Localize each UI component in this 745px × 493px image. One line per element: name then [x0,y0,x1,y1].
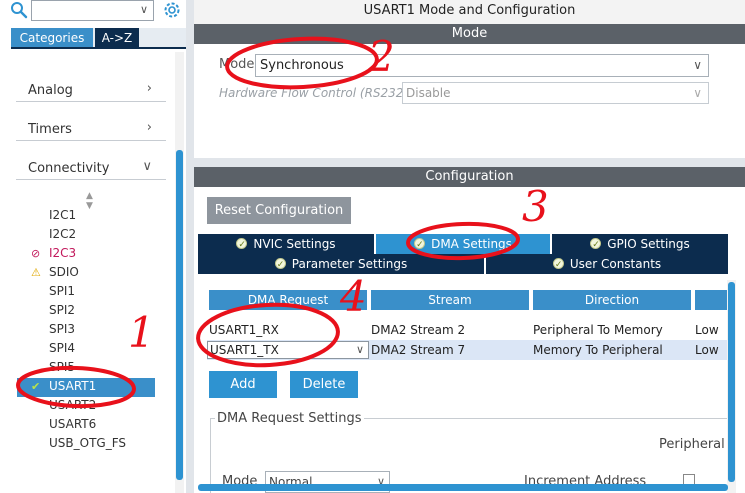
tab-a-to-z[interactable]: A->Z [95,28,139,48]
panel-divider[interactable] [186,0,194,493]
tab-label: NVIC Settings [253,237,336,251]
configuration-section-header[interactable]: Configuration [194,167,745,187]
cell-priority[interactable]: Low [693,340,727,360]
search-icon[interactable] [10,1,28,19]
list-item-label: SPI1 [49,284,76,298]
tab-gpio-settings[interactable]: GPIO Settings [552,234,728,255]
annotation-number-2: 2 [368,32,395,81]
chevron-down-icon: ∨ [355,343,364,356]
chevron-right-icon: › [146,120,152,135]
dma-request-select-value: USART1_TX [210,343,279,357]
hfc-select-value: Disable [406,86,451,100]
chevron-right-icon: › [146,81,152,96]
list-item-label: SPI3 [49,322,76,336]
mode-select-value: Synchronous [260,58,344,73]
list-item-label: SPI4 [49,341,76,355]
category-analog[interactable]: Analog › [16,78,166,102]
list-item-label: USART2 [49,398,97,412]
check-circle-icon [414,235,426,255]
hardware-flow-control-label: Hardware Flow Control (RS232) [219,86,409,100]
chevron-down-icon[interactable]: ∨ [140,3,148,16]
warning-icon: ⚠ [31,266,41,279]
list-item[interactable]: USART6 [31,415,96,433]
annotation-number-1: 1 [128,308,155,357]
list-item[interactable]: SPI2 [31,301,75,319]
cell-direction[interactable]: Memory To Peripheral [531,340,693,360]
list-item[interactable]: SPI1 [31,282,75,300]
dma-request-settings-legend: DMA Request Settings [215,411,364,426]
list-item-label: SPI5 [49,360,76,374]
cell-priority[interactable]: Low [693,320,727,340]
mode-section-header[interactable]: Mode [194,24,745,44]
list-item[interactable]: ✔ USART1 [31,377,96,395]
add-button[interactable]: Add [209,371,277,398]
tab-label: GPIO Settings [607,237,690,251]
tab-label: DMA Settings [431,237,512,251]
list-item[interactable]: SPI4 [31,339,75,357]
check-circle-icon [590,235,602,255]
tab-nvic-settings[interactable]: NVIC Settings [198,234,374,255]
no-entry-icon: ⊘ [31,247,41,260]
chevron-down-icon: ∨ [142,159,152,174]
horizontal-scrollbar-thumb[interactable] [198,484,728,491]
tab-categories[interactable]: Categories [11,28,93,48]
left-scrollbar-thumb[interactable] [176,150,183,480]
list-item[interactable]: ⚠ SDIO [31,263,79,281]
tab-label: Parameter Settings [291,257,408,271]
chevron-down-icon: ∨ [693,58,702,72]
check-circle-icon [552,255,564,275]
section-divider[interactable] [194,158,745,167]
hardware-flow-control-select: Disable ∨ [402,82,709,104]
check-circle-icon [274,255,286,275]
column-header-direction[interactable]: Direction [533,290,693,310]
gear-icon[interactable] [162,0,182,20]
list-item-label: USB_OTG_FS [49,436,127,450]
peripheral-label: Peripheral [659,437,725,452]
category-connectivity[interactable]: Connectivity ∨ [16,156,166,180]
list-item-label: USART6 [49,417,97,431]
tab-label: User Constants [569,257,662,271]
list-item[interactable]: SPI5 [31,358,75,376]
right-scrollbar-thumb[interactable] [728,282,735,482]
category-label: Timers [28,122,72,137]
annotation-number-3: 3 [522,182,549,231]
list-item-label: SPI2 [49,303,76,317]
annotation-number-4: 4 [340,272,367,321]
category-label: Analog [28,83,73,98]
list-item-label: SDIO [49,265,79,279]
list-item-label: I2C2 [49,227,77,241]
mode-select[interactable]: Synchronous ∨ [255,54,709,77]
chevron-down-icon: ∨ [693,86,702,100]
tab-user-constants[interactable]: User Constants [486,254,728,275]
list-item[interactable]: USB_OTG_FS [31,434,126,452]
check-icon: ✔ [31,380,41,393]
page-title: USART1 Mode and Configuration [194,0,745,24]
sort-icon[interactable]: ▲ ▼ [86,191,93,211]
check-circle-icon [236,235,248,255]
list-item[interactable]: I2C1 [31,206,76,224]
cell-stream[interactable]: DMA2 Stream 7 [369,340,531,360]
tab-underline [11,47,187,49]
mode-label: Mode [219,57,255,72]
list-item[interactable]: SPI3 [31,320,75,338]
column-header-stream[interactable]: Stream [371,290,531,310]
list-item-label: I2C1 [49,208,77,222]
delete-button[interactable]: Delete [290,371,358,398]
column-header-priority[interactable] [695,290,727,310]
search-input[interactable]: ∨ [31,0,154,21]
list-item-label: I2C3 [49,246,77,260]
list-item[interactable]: I2C2 [31,225,76,243]
dma-request-select[interactable]: USART1_TX ∨ [207,341,369,359]
cell-direction[interactable]: Peripheral To Memory [531,320,693,340]
cell-stream[interactable]: DMA2 Stream 2 [369,320,531,340]
reset-configuration-button[interactable]: Reset Configuration [207,197,351,224]
tab-dma-settings[interactable]: DMA Settings [376,234,550,255]
list-item-label: USART1 [49,379,97,393]
cell-dma-request[interactable]: USART1_RX [207,320,369,340]
list-item[interactable]: ⊘ I2C3 [31,244,76,262]
category-label: Connectivity [28,161,110,176]
category-timers[interactable]: Timers › [16,117,166,141]
list-item[interactable]: USART2 [31,396,96,414]
tab-parameter-settings[interactable]: Parameter Settings [198,254,484,275]
